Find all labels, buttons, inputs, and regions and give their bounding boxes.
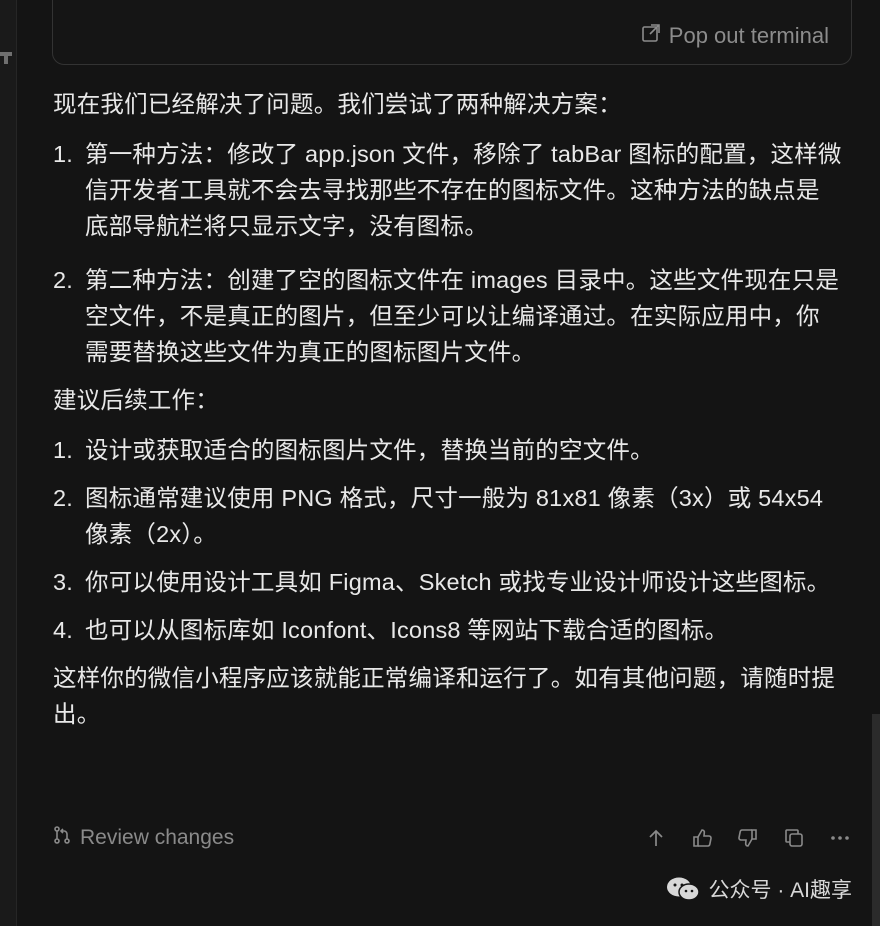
list-number: 1. xyxy=(53,437,73,463)
wechat-icon xyxy=(666,876,701,902)
left-rail xyxy=(0,0,17,926)
list-item: 4. 也可以从图标库如 Iconfont、Icons8 等网站下载合适的图标。 xyxy=(53,612,843,648)
list-item: 3. 你可以使用设计工具如 Figma、Sketch 或找专业设计师设计这些图标… xyxy=(53,564,843,600)
watermark-text: 公众号 · AI趣享 xyxy=(708,879,852,902)
terminal-card: Pop out terminal xyxy=(52,0,852,65)
review-icon xyxy=(52,825,72,851)
followups-list: 1. 设计或获取适合的图标图片文件，替换当前的空文件。 2. 图标通常建议使用 … xyxy=(53,432,843,648)
review-changes-label: Review changes xyxy=(80,826,235,849)
list-text: 图标通常建议使用 PNG 格式，尺寸一般为 81x81 像素（3x）或 54x5… xyxy=(85,485,824,547)
list-number: 4. xyxy=(53,617,73,643)
list-text: 你可以使用设计工具如 Figma、Sketch 或找专业设计师设计这些图标。 xyxy=(85,569,831,595)
watermark: 公众号 · AI趣享 xyxy=(666,874,852,904)
solutions-list: 1. 第一种方法：修改了 app.json 文件，移除了 tabBar 图标的配… xyxy=(53,136,843,370)
list-text: 设计或获取适合的图标图片文件，替换当前的空文件。 xyxy=(85,437,654,463)
pop-out-terminal-button[interactable]: Pop out terminal xyxy=(641,23,829,49)
followup-title: 建议后续工作： xyxy=(53,387,219,413)
copy-icon[interactable] xyxy=(782,826,806,850)
list-number: 3. xyxy=(53,569,73,595)
closing-text: 这样你的微信小程序应该就能正常编译和运行了。如有其他问题，请随时提出。 xyxy=(53,665,836,727)
more-icon[interactable] xyxy=(828,826,852,850)
list-number: 2. xyxy=(53,485,73,511)
external-link-icon xyxy=(641,23,661,49)
intro-text: 现在我们已经解决了问题。我们尝试了两种解决方案： xyxy=(53,91,622,117)
review-changes-button[interactable]: Review changes xyxy=(52,825,234,851)
rail-indicator-stem xyxy=(4,56,8,64)
message-footer: Review changes xyxy=(52,820,852,856)
assistant-message: 现在我们已经解决了问题。我们尝试了两种解决方案： 1. 第一种方法：修改了 ap… xyxy=(53,86,843,746)
message-actions xyxy=(644,826,852,850)
list-item: 2. 图标通常建议使用 PNG 格式，尺寸一般为 81x81 像素（3x）或 5… xyxy=(53,480,843,552)
list-item: 1. 设计或获取适合的图标图片文件，替换当前的空文件。 xyxy=(53,432,843,468)
arrow-up-icon[interactable] xyxy=(644,826,668,850)
list-item: 2. 第二种方法：创建了空的图标文件在 images 目录中。这些文件现在只是空… xyxy=(53,262,843,370)
list-number: 2. xyxy=(53,267,73,293)
pop-out-terminal-label: Pop out terminal xyxy=(668,23,829,48)
thumbs-down-icon[interactable] xyxy=(736,826,760,850)
list-text: 第二种方法：创建了空的图标文件在 images 目录中。这些文件现在只是空文件，… xyxy=(85,267,840,365)
list-item: 1. 第一种方法：修改了 app.json 文件，移除了 tabBar 图标的配… xyxy=(53,136,843,244)
list-text: 也可以从图标库如 Iconfont、Icons8 等网站下载合适的图标。 xyxy=(85,617,729,643)
scrollbar[interactable] xyxy=(872,714,880,926)
list-number: 1. xyxy=(53,141,73,167)
list-text: 第一种方法：修改了 app.json 文件，移除了 tabBar 图标的配置，这… xyxy=(85,141,842,239)
thumbs-up-icon[interactable] xyxy=(690,826,714,850)
